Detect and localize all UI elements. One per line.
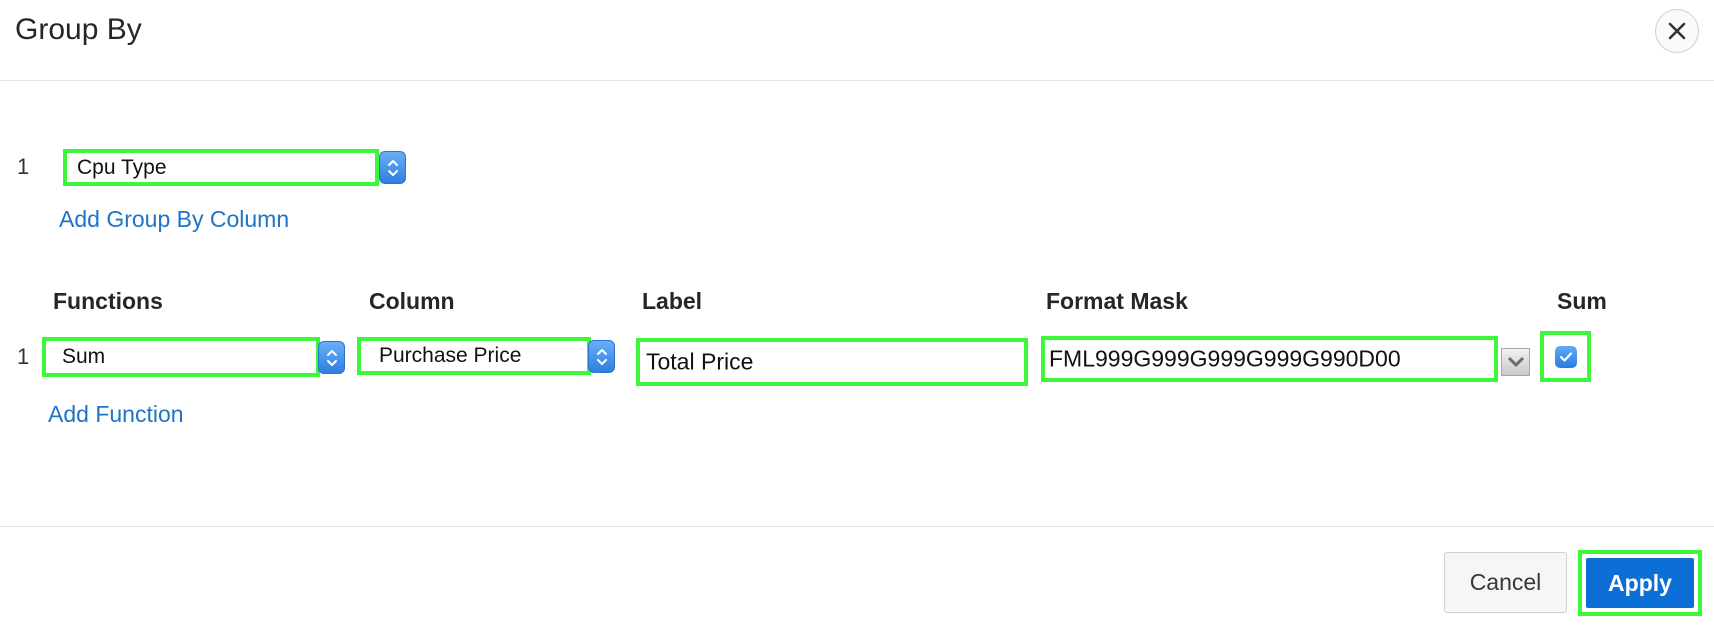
add-group-by-column-link[interactable]: Add Group By Column bbox=[59, 206, 289, 233]
sum-checkbox[interactable] bbox=[1554, 345, 1577, 368]
function-value: Sum bbox=[62, 345, 106, 368]
header-functions: Functions bbox=[53, 288, 163, 314]
chevron-down-icon bbox=[1507, 356, 1524, 367]
function-field: Sum bbox=[42, 337, 320, 377]
label-input[interactable]: Total Price bbox=[636, 338, 1028, 386]
checkmark-icon bbox=[1559, 351, 1572, 362]
updown-arrows-icon bbox=[379, 151, 406, 184]
close-button[interactable] bbox=[1655, 9, 1699, 53]
header-divider bbox=[0, 80, 1714, 81]
footer-divider bbox=[0, 526, 1714, 527]
header-label: Label bbox=[642, 288, 703, 314]
dialog-title: Group By bbox=[15, 13, 142, 46]
sum-checkbox-wrapper bbox=[1540, 331, 1591, 382]
close-icon bbox=[1668, 22, 1686, 40]
group-by-column-field: Cpu Type bbox=[63, 149, 379, 186]
function-select[interactable]: Sum bbox=[42, 336, 345, 377]
cancel-button[interactable]: Cancel bbox=[1444, 552, 1567, 613]
apply-button-highlight: Apply bbox=[1578, 550, 1702, 616]
format-mask-input[interactable]: FML999G999G999G999G990D00 bbox=[1041, 336, 1498, 382]
header-format-mask: Format Mask bbox=[1046, 288, 1188, 314]
function-row-number: 1 bbox=[17, 344, 30, 369]
column-value: Purchase Price bbox=[379, 344, 522, 367]
group-by-row-number: 1 bbox=[17, 154, 30, 179]
apply-button[interactable]: Apply bbox=[1586, 558, 1694, 608]
column-select[interactable]: Purchase Price bbox=[357, 336, 616, 377]
group-by-column-select[interactable]: Cpu Type bbox=[61, 147, 411, 187]
updown-arrows-icon bbox=[588, 340, 615, 373]
group-by-column-value: Cpu Type bbox=[77, 155, 167, 179]
format-mask-dropdown-button[interactable] bbox=[1501, 348, 1530, 376]
header-sum: Sum bbox=[1557, 288, 1607, 314]
label-input-value: Total Price bbox=[646, 348, 754, 375]
add-function-link[interactable]: Add Function bbox=[48, 401, 184, 428]
column-field: Purchase Price bbox=[357, 337, 591, 375]
header-column: Column bbox=[369, 288, 455, 314]
format-mask-value: FML999G999G999G999G990D00 bbox=[1049, 345, 1401, 372]
updown-arrows-icon bbox=[318, 341, 345, 374]
